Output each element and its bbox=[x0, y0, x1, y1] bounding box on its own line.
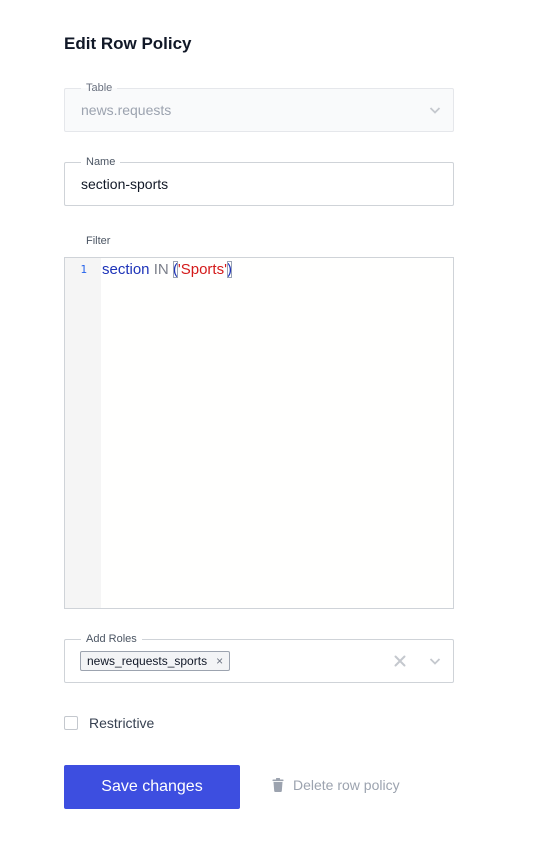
name-input[interactable]: section-sports bbox=[81, 163, 168, 205]
restrictive-label: Restrictive bbox=[89, 715, 155, 731]
roles-select[interactable]: Add Roles news_requests_sports × bbox=[64, 632, 454, 683]
code-close-paren: ) bbox=[226, 261, 232, 278]
edit-row-policy-page: Edit Row Policy Table news.requests Name… bbox=[0, 0, 534, 866]
chevron-down-icon bbox=[429, 107, 441, 114]
code-operator: IN bbox=[153, 261, 169, 278]
filter-label: Filter bbox=[86, 235, 111, 247]
chevron-down-icon[interactable] bbox=[427, 653, 443, 669]
delete-row-policy-button[interactable]: Delete row policy bbox=[272, 777, 400, 793]
line-number: 1 bbox=[80, 263, 87, 276]
clear-icon[interactable] bbox=[393, 654, 407, 668]
code-identifier: section bbox=[102, 261, 150, 278]
restrictive-checkbox[interactable] bbox=[64, 716, 78, 730]
role-tag-remove-button[interactable]: × bbox=[216, 654, 223, 668]
table-select: Table news.requests bbox=[64, 81, 454, 132]
page-title: Edit Row Policy bbox=[64, 34, 192, 53]
save-changes-button[interactable]: Save changes bbox=[64, 765, 240, 809]
table-value: news.requests bbox=[81, 102, 172, 118]
code-line[interactable]: section IN ('Sports') bbox=[101, 258, 232, 608]
filter-code-editor[interactable]: 1 section IN ('Sports') bbox=[64, 257, 454, 609]
editor-gutter: 1 bbox=[65, 258, 101, 608]
role-tag: news_requests_sports × bbox=[80, 651, 231, 671]
restrictive-row[interactable]: Restrictive bbox=[64, 715, 154, 731]
roles-label: Add Roles bbox=[81, 632, 142, 646]
code-string: 'Sports' bbox=[177, 261, 227, 278]
role-tag-label: news_requests_sports bbox=[87, 654, 208, 668]
name-field[interactable]: Name section-sports bbox=[64, 155, 454, 206]
delete-label: Delete row policy bbox=[293, 777, 400, 793]
trash-icon bbox=[272, 778, 284, 792]
